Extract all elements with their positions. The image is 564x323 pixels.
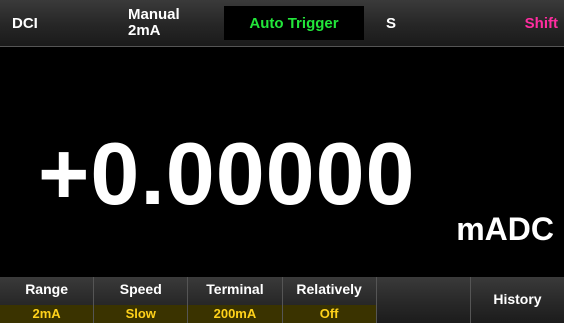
- softkey-range[interactable]: Range 2mA: [0, 277, 95, 323]
- softkey-bar: Range 2mA Speed Slow Terminal 200mA Rela…: [0, 277, 564, 323]
- softkey-value: 200mA: [188, 305, 282, 323]
- softkey-label: History: [493, 291, 542, 307]
- trigger-indicator: Auto Trigger: [224, 6, 364, 40]
- shift-indicator: Shift: [524, 14, 558, 32]
- softkey-speed[interactable]: Speed Slow: [94, 277, 189, 323]
- softkey-relatively[interactable]: Relatively Off: [282, 277, 377, 323]
- measure-mode: DCI: [12, 14, 38, 32]
- reading-unit: mADC: [456, 211, 554, 247]
- measurement-display: +0.00000 mADC: [0, 47, 564, 277]
- softkey-value: Slow: [94, 305, 188, 323]
- range-mode-label: Manual: [128, 6, 180, 23]
- softkey-terminal[interactable]: Terminal 200mA: [188, 277, 283, 323]
- softkey-empty[interactable]: [376, 277, 471, 323]
- speed-indicator: S: [386, 14, 397, 32]
- status-bar: DCI Manual 2mA Auto Trigger S Shift: [0, 0, 564, 47]
- softkey-history[interactable]: History: [470, 277, 564, 323]
- main-reading: +0.00000: [38, 124, 416, 223]
- range-value-label: 2mA: [128, 22, 161, 39]
- softkey-label: Range: [25, 281, 68, 297]
- softkey-label: Speed: [119, 281, 162, 297]
- range-indicator: Manual 2mA: [128, 0, 198, 46]
- softkey-value: Off: [282, 305, 376, 323]
- softkey-value: 2mA: [0, 305, 94, 323]
- softkey-label: Relatively: [296, 281, 362, 297]
- softkey-label: Terminal: [206, 281, 264, 297]
